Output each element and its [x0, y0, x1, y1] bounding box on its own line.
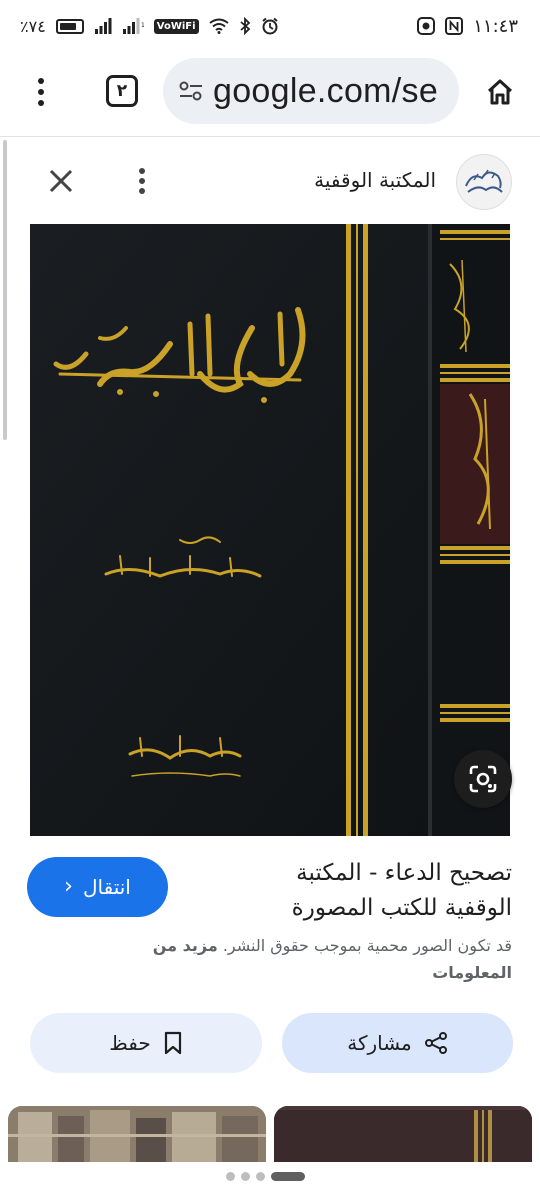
- signal-icon: [94, 18, 112, 34]
- more-options-icon[interactable]: [131, 164, 153, 198]
- battery-percent: ٪٧٤: [20, 16, 46, 36]
- share-button[interactable]: مشاركة: [282, 1013, 513, 1073]
- source-name[interactable]: المكتبة الوقفية: [314, 168, 436, 192]
- battery-icon: [55, 18, 84, 34]
- disclaimer-text: قد تكون الصور محمية بموجب حقوق النشر.: [222, 936, 512, 955]
- carousel-dot-active: [271, 1172, 305, 1181]
- bookmark-icon: [163, 1031, 183, 1055]
- status-bar: ٪٧٤ 1 VoWiFi ١١:٤٣: [0, 0, 540, 52]
- dnd-icon: [417, 17, 436, 35]
- tab-switcher-button[interactable]: ٢: [106, 75, 138, 107]
- alarm-icon: [261, 17, 279, 35]
- source-header: المكتبة الوقفية: [0, 150, 540, 214]
- related-image-thumbnail[interactable]: [274, 1106, 532, 1162]
- visit-label: انتقال: [82, 875, 131, 899]
- related-image-thumbnail[interactable]: [8, 1106, 266, 1162]
- status-left: ٪٧٤ 1 VoWiFi: [20, 17, 279, 36]
- bluetooth-icon: [239, 17, 251, 35]
- tab-count-label: ٢: [116, 81, 128, 101]
- svg-text:1: 1: [141, 22, 144, 29]
- carousel-dot: [226, 1172, 235, 1181]
- nfc-icon: [445, 17, 464, 35]
- chevron-left-icon: ‹: [64, 874, 73, 899]
- site-settings-icon[interactable]: [177, 77, 205, 105]
- url-text: google.com/se: [213, 71, 439, 110]
- home-icon[interactable]: [482, 74, 518, 110]
- share-icon: [424, 1031, 448, 1055]
- result-image[interactable]: [30, 224, 510, 836]
- status-right: ١١:٤٣: [417, 16, 518, 37]
- share-label: مشاركة: [347, 1031, 412, 1055]
- browser-toolbar: ٢ google.com/se: [0, 52, 540, 134]
- visit-button[interactable]: انتقال ‹: [27, 857, 168, 917]
- source-logo[interactable]: [456, 154, 512, 210]
- carousel-dot: [241, 1172, 250, 1181]
- close-icon[interactable]: [44, 164, 78, 198]
- wifi-icon: [208, 18, 229, 34]
- copyright-disclaimer: قد تكون الصور محمية بموجب حقوق النشر. مز…: [100, 932, 512, 986]
- toolbar-divider: [0, 136, 540, 137]
- browser-menu-icon[interactable]: [26, 72, 56, 112]
- address-bar[interactable]: google.com/se: [163, 58, 459, 124]
- carousel-dot: [256, 1172, 265, 1181]
- save-button[interactable]: حفظ: [30, 1013, 262, 1073]
- signal-2-icon: 1: [122, 18, 144, 34]
- carousel-indicator: [226, 1172, 305, 1181]
- result-title[interactable]: تصحيح الدعاء - المكتبة الوقفية للكتب الم…: [222, 856, 512, 926]
- vowifi-icon: VoWiFi: [153, 18, 199, 34]
- status-time: ١١:٤٣: [473, 15, 518, 37]
- save-label: حفظ: [109, 1031, 151, 1055]
- google-lens-button[interactable]: [454, 750, 512, 808]
